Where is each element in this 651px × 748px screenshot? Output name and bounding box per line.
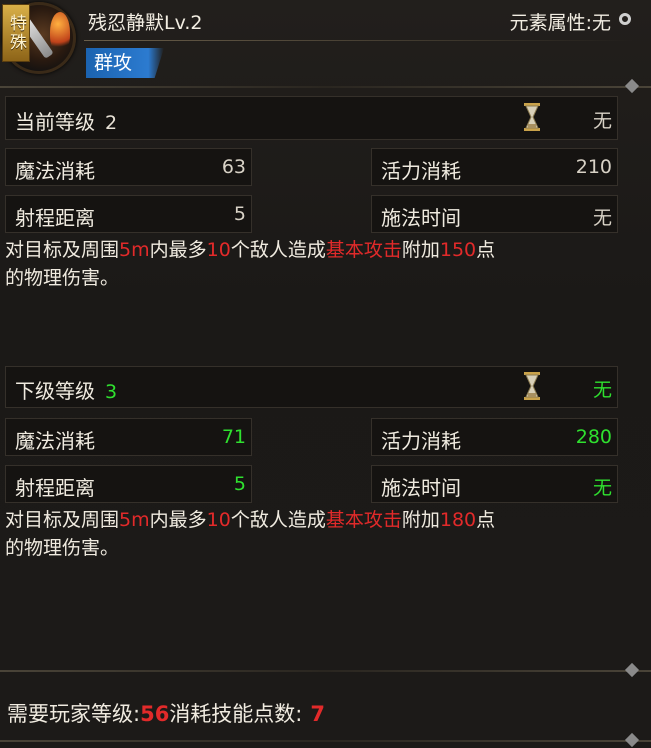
range-label: 射程距离 bbox=[15, 206, 95, 230]
current-level-row: 当前等级 2 无 bbox=[5, 96, 618, 140]
skill-points-value: 7 bbox=[310, 702, 326, 726]
divider-ornament bbox=[624, 732, 640, 748]
next-description: 对目标及周围5m内最多10个敌人造成基本攻击附加180点 的物理伤害。 bbox=[5, 509, 496, 559]
current-level-label: 当前等级 2 bbox=[15, 110, 118, 134]
mana-label: 魔法消耗 bbox=[15, 159, 95, 183]
hourglass-icon bbox=[524, 103, 540, 131]
target-count: 10 bbox=[206, 239, 231, 261]
bottom-frame bbox=[0, 740, 651, 742]
target-count: 10 bbox=[206, 509, 231, 531]
element-attribute: 元素属性:无 bbox=[509, 12, 611, 34]
current-range-row: 射程距离 5 bbox=[5, 195, 252, 233]
current-description: 对目标及周围5m内最多10个敌人造成基本攻击附加150点 的物理伤害。 bbox=[5, 239, 496, 289]
next-range-row: 射程距离 5 bbox=[5, 465, 252, 503]
attack-type: 基本攻击 bbox=[325, 509, 402, 531]
bonus-damage: 180 bbox=[439, 509, 477, 531]
next-level-label: 下级等级 3 bbox=[15, 379, 118, 403]
header-divider bbox=[84, 40, 634, 41]
cast-time-label: 施法时间 bbox=[381, 206, 461, 230]
skill-tooltip-panel: 特殊 残忍静默Lv.2 元素属性:无 群攻 当前等级 2 无 魔法消耗 63 活力… bbox=[0, 0, 651, 748]
range-label: 射程距离 bbox=[15, 476, 95, 500]
mana-label: 魔法消耗 bbox=[15, 429, 95, 453]
attack-type: 基本攻击 bbox=[325, 239, 402, 261]
cast-time-label: 施法时间 bbox=[381, 476, 461, 500]
special-tag: 特殊 bbox=[2, 4, 30, 62]
next-cast-value: 无 bbox=[592, 379, 612, 401]
divider-ornament bbox=[624, 78, 640, 94]
cast-time-value: 无 bbox=[592, 207, 612, 229]
mana-value: 63 bbox=[221, 156, 246, 178]
range-value: 5 bbox=[233, 203, 246, 225]
next-vigor-row: 活力消耗 280 bbox=[371, 418, 618, 456]
current-mana-row: 魔法消耗 63 bbox=[5, 148, 252, 186]
footer-divider bbox=[0, 670, 651, 672]
range-value: 5 bbox=[233, 473, 246, 495]
vigor-label: 活力消耗 bbox=[381, 429, 461, 453]
radius-value: 5m bbox=[119, 509, 150, 531]
hourglass-icon bbox=[524, 372, 540, 400]
skill-name: 残忍静默Lv.2 bbox=[88, 12, 203, 34]
current-vigor-row: 活力消耗 210 bbox=[371, 148, 618, 186]
requirements-footer: 需要玩家等级:56消耗技能点数: 7 bbox=[7, 698, 325, 728]
radius-value: 5m bbox=[119, 239, 150, 261]
flame-icon bbox=[50, 12, 70, 52]
next-mana-row: 魔法消耗 71 bbox=[5, 418, 252, 456]
required-level-label: 需要玩家等级: bbox=[7, 702, 141, 726]
next-level-row: 下级等级 3 无 bbox=[5, 366, 618, 408]
required-level-value: 56 bbox=[140, 702, 170, 726]
next-cast-time-row: 施法时间 无 bbox=[371, 465, 618, 503]
vigor-label: 活力消耗 bbox=[381, 159, 461, 183]
cast-time-value: 无 bbox=[592, 477, 612, 499]
mana-value: 71 bbox=[221, 426, 246, 448]
bonus-damage: 150 bbox=[439, 239, 477, 261]
next-level-value: 3 bbox=[105, 381, 118, 403]
vigor-value: 280 bbox=[575, 426, 612, 448]
current-cast-value: 无 bbox=[592, 110, 612, 132]
element-circle-icon bbox=[619, 13, 631, 25]
vigor-value: 210 bbox=[575, 156, 612, 178]
current-cast-time-row: 施法时间 无 bbox=[371, 195, 618, 233]
divider-ornament bbox=[624, 662, 640, 678]
current-level-value: 2 bbox=[105, 112, 118, 134]
section-divider bbox=[0, 86, 651, 88]
skill-points-label: 消耗技能点数: bbox=[169, 702, 303, 726]
skill-type-badge: 群攻 bbox=[86, 48, 164, 78]
